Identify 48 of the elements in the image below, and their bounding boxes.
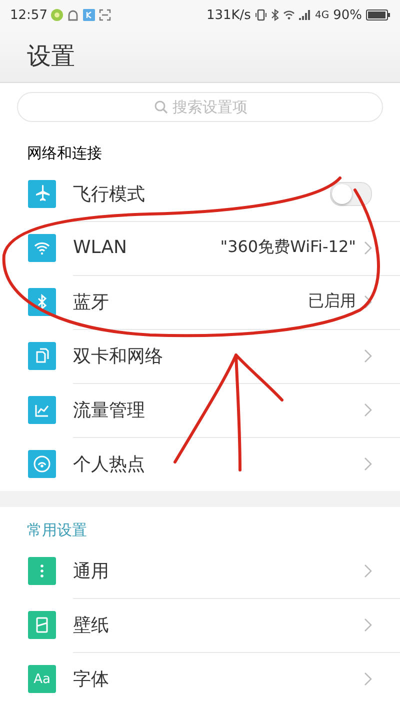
item-value: "360免费WiFi-12" [220, 237, 356, 258]
chevron-icon [364, 402, 372, 416]
chevron-icon [364, 348, 372, 362]
chevron-icon [364, 294, 372, 308]
chevron-icon [364, 240, 372, 254]
chevron-icon [364, 618, 372, 632]
settings-item[interactable]: 通用 [0, 544, 400, 598]
item-label: 通用 [73, 560, 109, 582]
item-label: 飞行模式 [73, 182, 145, 206]
item-label: 双卡和网络 [73, 344, 163, 368]
app-notification-icon [51, 9, 64, 21]
settings-item[interactable]: 双卡和网络 [0, 329, 400, 383]
network-speed: 131K/s [206, 8, 251, 22]
font-icon: Aa [28, 665, 56, 693]
settings-item[interactable]: 蓝牙 已启用 [0, 275, 400, 329]
vibrate-icon [254, 9, 267, 21]
app-notification-icon [83, 9, 96, 21]
screenshot-icon [99, 9, 112, 21]
item-label: 蓝牙 [73, 290, 109, 314]
network-type: 4G [314, 10, 330, 20]
toggle-switch[interactable] [330, 182, 372, 206]
battery-level: 90% [333, 8, 362, 22]
chevron-icon [364, 672, 372, 686]
section-header: 常用设置 [26, 520, 88, 541]
search-field[interactable]: 搜索设置项 [17, 92, 383, 122]
item-label: 字体 [73, 668, 109, 691]
page-title: 设置 [27, 41, 75, 72]
bluetooth-icon [270, 9, 279, 21]
clock: 12:57 [10, 8, 48, 22]
battery-icon [366, 9, 390, 21]
settings-item[interactable]: 流量管理 [0, 383, 400, 437]
chevron-icon [364, 564, 372, 578]
wifi-icon [282, 10, 295, 20]
settings-item[interactable]: Aa 字体 [0, 652, 400, 706]
search-icon [154, 100, 168, 114]
settings-item[interactable]: 个人热点 [0, 437, 400, 491]
notification-icon [67, 9, 80, 21]
section-header: 网络和连接 [26, 143, 103, 164]
signal-icon [298, 10, 311, 20]
settings-item[interactable]: WLAN "360免费WiFi-12" [0, 221, 400, 275]
item-label: WLAN [73, 237, 128, 258]
settings-item[interactable]: 壁纸 [0, 598, 400, 652]
item-label: 个人热点 [73, 453, 145, 476]
chevron-icon [364, 457, 372, 471]
settings-item[interactable]: 飞行模式 [0, 167, 400, 221]
item-label: 流量管理 [73, 398, 145, 422]
item-value: 已启用 [308, 291, 356, 312]
item-label: 壁纸 [73, 614, 109, 636]
